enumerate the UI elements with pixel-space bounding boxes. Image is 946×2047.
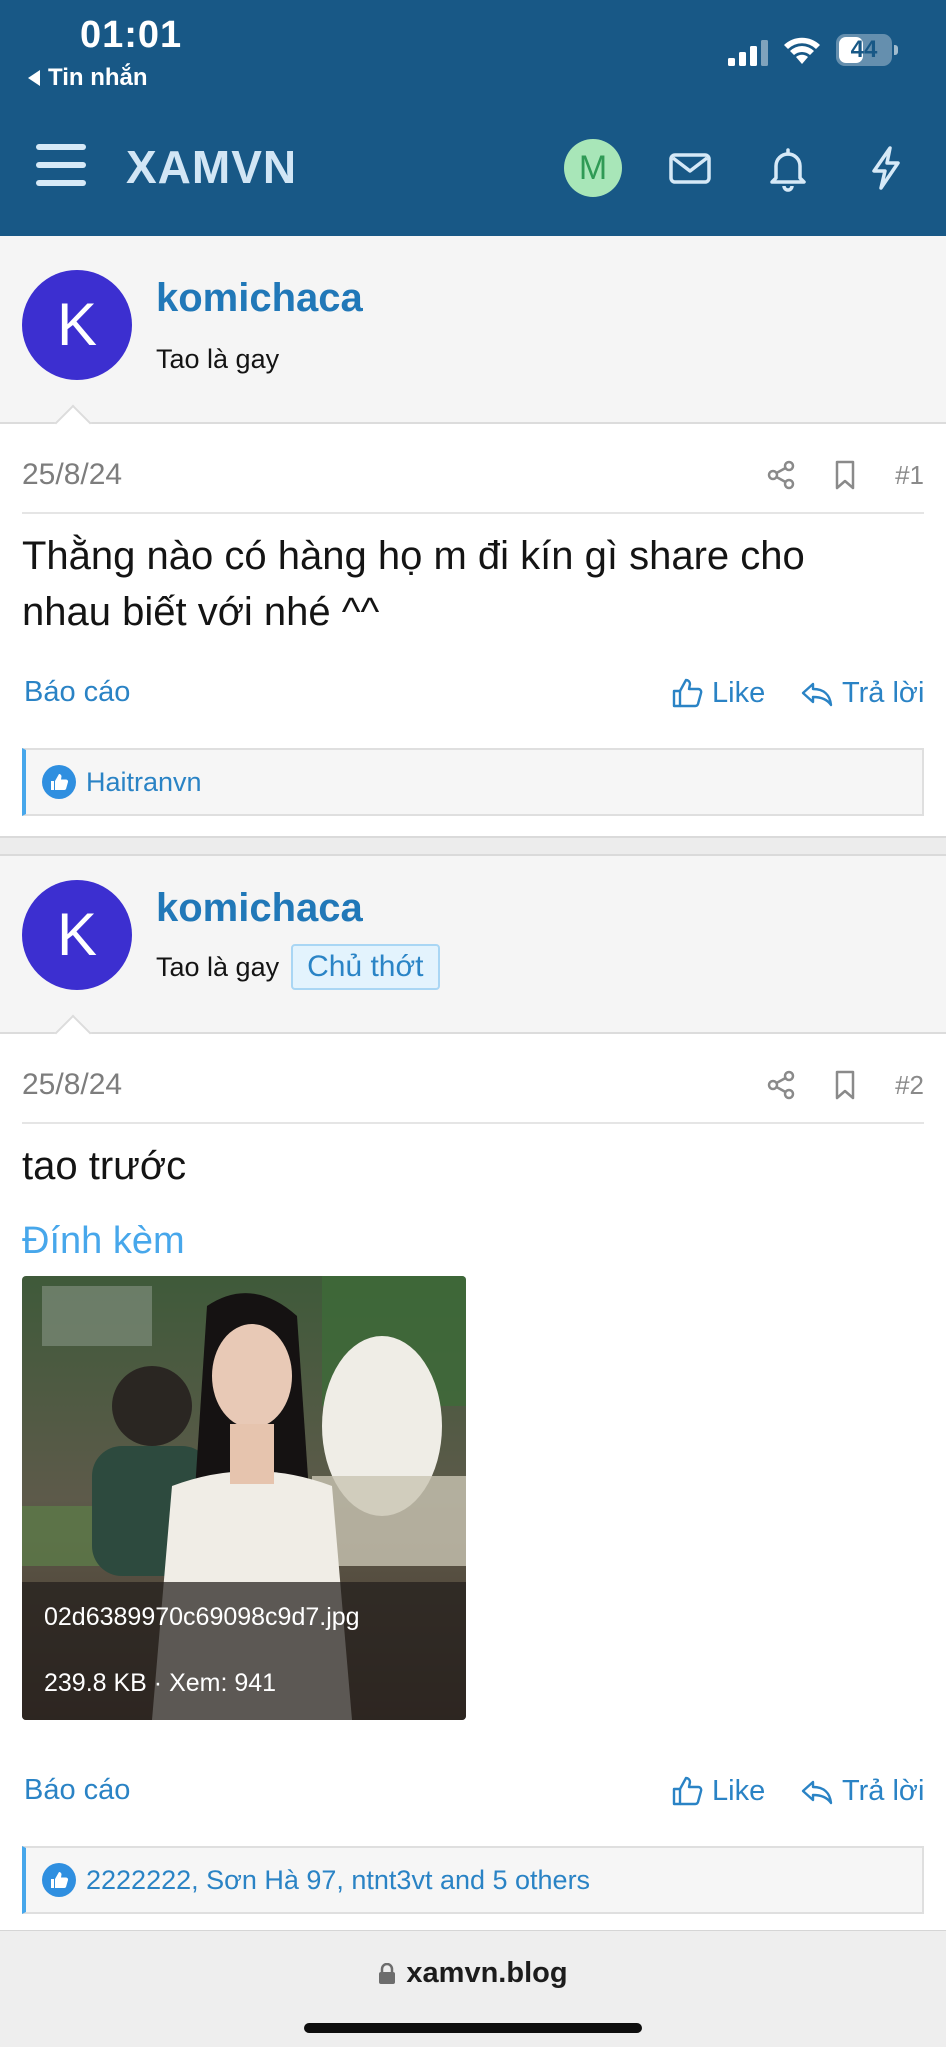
like-reaction-icon (42, 765, 76, 799)
app-header: 01:01 Tin nhắn 44 XAMVN M (0, 0, 946, 236)
attachment-filename: 02d6389970c69098c9d7.jpg (44, 1603, 360, 1631)
post-separator (0, 836, 946, 856)
reply-arrow-icon (801, 682, 833, 707)
menu-icon[interactable] (36, 144, 88, 188)
reply-button[interactable]: Trả lời (800, 676, 924, 710)
post-actions: Báo cáo Like Trả lời (0, 1774, 946, 1824)
reactions-bar[interactable]: 2222222, Sơn Hà 97, ntnt3vt and 5 others (22, 1846, 924, 1914)
battery-icon: 44 (836, 34, 898, 66)
bell-icon[interactable] (764, 144, 812, 192)
thumbs-up-icon (672, 1776, 703, 1806)
poster-avatar[interactable]: K (22, 880, 132, 990)
poster-avatar[interactable]: K (22, 270, 132, 380)
post-date[interactable]: 25/8/24 (22, 458, 122, 492)
address-bar[interactable]: xamvn.blog (0, 1957, 946, 1990)
post-1: K komichaca Tao là gay 25/8/24 #1 Thằng … (0, 236, 946, 836)
post-actions: Báo cáo Like Trả lời (0, 676, 946, 726)
reactions-users[interactable]: 2222222, Sơn Hà 97, ntnt3vt and 5 others (86, 1865, 590, 1896)
like-button[interactable]: Like (670, 676, 765, 710)
thread-starter-badge: Chủ thớt (291, 944, 440, 990)
lightning-icon[interactable] (862, 144, 910, 192)
reply-button[interactable]: Trả lời (800, 1774, 924, 1808)
post-meta: 25/8/24 #2 (22, 1062, 924, 1124)
like-label: Like (712, 676, 766, 709)
poster-title: Tao là gay (156, 344, 279, 375)
like-label: Like (712, 1774, 766, 1807)
post-user-block: K komichaca Tao là gay (0, 236, 946, 442)
post-content: tao trước (22, 1144, 187, 1188)
battery-level: 44 (850, 36, 878, 63)
reactions-users[interactable]: Haitranvn (86, 767, 202, 798)
bookmark-icon[interactable] (828, 1068, 862, 1102)
reply-label: Trả lời (842, 676, 925, 709)
post-content: Thằng nào có hàng họ m đi kín gì share c… (22, 534, 805, 634)
poster-username[interactable]: komichaca (156, 886, 363, 931)
user-avatar[interactable]: M (564, 139, 622, 197)
cellular-signal-icon (728, 40, 768, 66)
lock-icon (379, 1962, 396, 1984)
like-reaction-icon (42, 1863, 76, 1897)
envelope-icon[interactable] (666, 144, 714, 192)
post-number[interactable]: #1 (895, 460, 924, 491)
report-button[interactable]: Báo cáo (24, 676, 130, 709)
poster-title: Tao là gay Chủ thớt (156, 944, 440, 990)
site-logo[interactable]: XAMVN (126, 140, 297, 194)
poster-username[interactable]: komichaca (156, 276, 363, 321)
back-triangle-icon (28, 70, 40, 86)
thumbs-up-icon (672, 678, 703, 708)
bookmark-icon[interactable] (828, 458, 862, 492)
poster-title-text: Tao là gay (156, 344, 280, 374)
status-time: 01:01 (80, 14, 183, 56)
attachment-thumbnail[interactable]: 02d6389970c69098c9d7.jpg 239.8 KB · Xem:… (22, 1276, 466, 1720)
post-date[interactable]: 25/8/24 (22, 1068, 122, 1102)
back-label: Tin nhắn (48, 64, 148, 91)
reactions-bar[interactable]: Haitranvn (22, 748, 924, 816)
share-icon[interactable] (764, 458, 798, 492)
home-indicator[interactable] (304, 2023, 642, 2033)
browser-bottom-bar: xamvn.blog (0, 1930, 946, 2047)
like-button[interactable]: Like (670, 1774, 765, 1808)
post-2: K komichaca Tao là gay Chủ thớt 25/8/24 … (0, 856, 946, 1930)
post-number[interactable]: #2 (895, 1070, 924, 1101)
reply-arrow-icon (801, 1780, 833, 1805)
share-icon[interactable] (764, 1068, 798, 1102)
post-meta: 25/8/24 #1 (22, 452, 924, 514)
report-button[interactable]: Báo cáo (24, 1774, 130, 1807)
wifi-icon (784, 37, 820, 64)
url-text: xamvn.blog (406, 1957, 568, 1989)
post-user-block: K komichaca Tao là gay Chủ thớt (0, 856, 946, 1052)
attachments-heading: Đính kèm (22, 1220, 185, 1262)
poster-title-text: Tao là gay (156, 951, 280, 982)
back-to-messages-link[interactable]: Tin nhắn (28, 64, 148, 92)
attachment-meta: 239.8 KB · Xem: 941 (44, 1669, 277, 1697)
reply-label: Trả lời (842, 1774, 925, 1807)
